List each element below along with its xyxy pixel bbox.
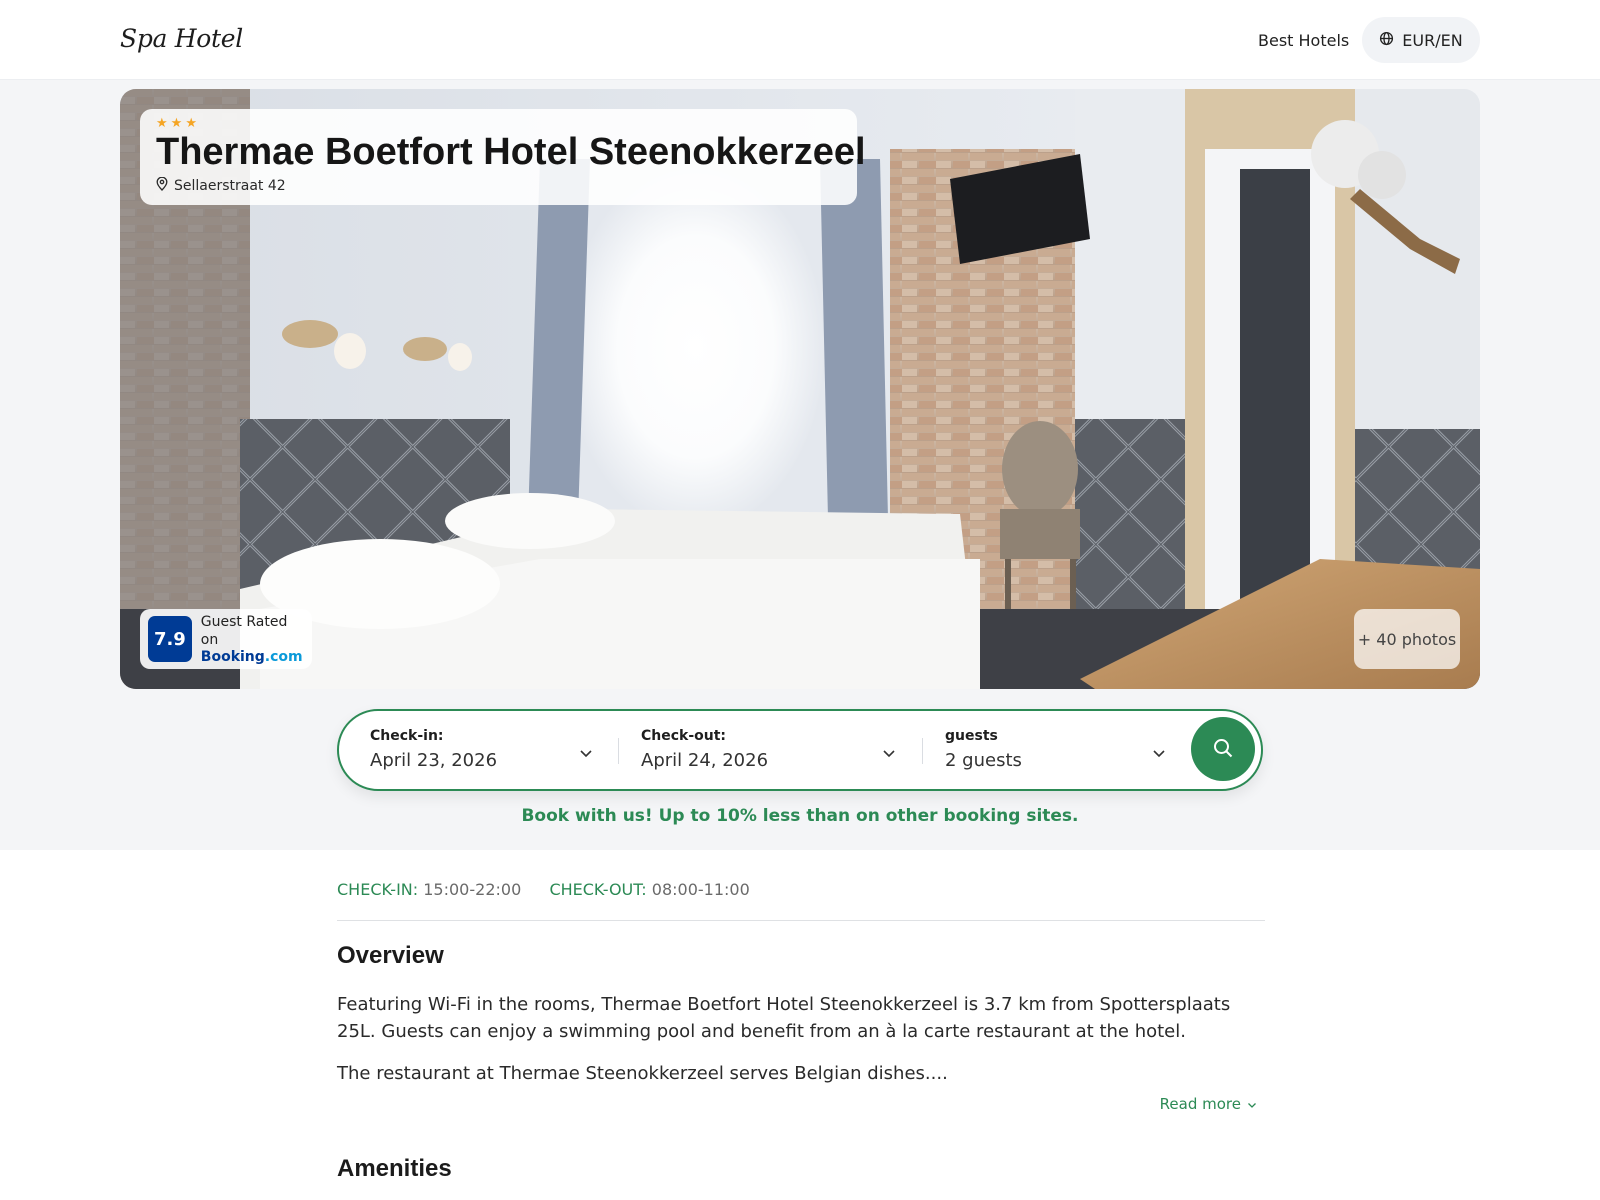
star-icon: ★ xyxy=(170,115,183,131)
guest-rating-badge[interactable]: 7.9 Guest Rated on Booking.com xyxy=(140,609,312,669)
booking-search-bar: Check-in: April 23, 2026 Check-out: Apri… xyxy=(337,709,1263,791)
read-more-label: Read more xyxy=(1159,1095,1241,1113)
booking-logo: Booking.com xyxy=(201,649,304,665)
checkout-time-value: 08:00-11:00 xyxy=(651,880,750,899)
overview-paragraph: The restaurant at Thermae Steenokkerzeel… xyxy=(337,1063,948,1084)
currency-language-button[interactable]: EUR/EN xyxy=(1362,17,1480,63)
checkin-value: April 23, 2026 xyxy=(370,750,498,771)
address-text: Sellaerstraat 42 xyxy=(174,178,286,194)
field-divider xyxy=(618,738,619,764)
chevron-down-icon[interactable] xyxy=(882,744,896,763)
checkin-time-value: 15:00-22:00 xyxy=(423,880,522,899)
promo-message: Book with us! Up to 10% less than on oth… xyxy=(521,806,1079,826)
site-header: Spa Hotel Best Hotels EUR/EN xyxy=(0,0,1600,80)
booking-logo-suffix: .com xyxy=(264,649,303,665)
rating-label: Guest Rated on xyxy=(200,614,288,648)
checkout-label: Check-out: xyxy=(641,728,727,744)
hotel-title-card: ★ ★ ★ Thermae Boetfort Hotel Steenokkerz… xyxy=(140,109,866,205)
search-button[interactable] xyxy=(1191,717,1255,781)
booking-logo-main: Booking xyxy=(200,649,265,665)
chevron-down-icon[interactable] xyxy=(579,744,593,763)
guests-field[interactable]: guests 2 guests xyxy=(945,711,1175,789)
checkin-field[interactable]: Check-in: April 23, 2026 xyxy=(370,711,610,789)
star-icon: ★ xyxy=(185,115,197,131)
overview-heading: Overview xyxy=(337,942,444,969)
hotel-hero: ★ ★ ★ Thermae Boetfort Hotel Steenokkerz… xyxy=(120,89,1480,689)
more-photos-button[interactable]: + 40 photos xyxy=(1354,609,1460,669)
rating-score: 7.9 xyxy=(148,616,192,662)
guests-value: 2 guests xyxy=(945,750,1022,771)
check-times: CHECK-IN: 15:00-22:00 CHECK-OUT: 08:00-1… xyxy=(337,880,750,899)
amenities-heading: Amenities xyxy=(337,1155,452,1182)
field-divider xyxy=(922,738,923,764)
nav-best-hotels-link[interactable]: Best Hotels xyxy=(1258,31,1349,50)
chevron-down-icon xyxy=(1247,1095,1257,1113)
currency-language-label: EUR/EN xyxy=(1402,30,1463,50)
read-more-link[interactable]: Read more xyxy=(1160,1095,1257,1113)
checkout-value: April 24, 2026 xyxy=(641,750,769,771)
chevron-down-icon[interactable] xyxy=(1152,744,1166,763)
checkout-time-label: CHECK-OUT: xyxy=(549,880,647,899)
checkin-time-label: CHECK-IN: xyxy=(337,880,419,899)
star-icon: ★ xyxy=(156,115,168,131)
globe-icon xyxy=(1379,31,1394,50)
overview-paragraph: Featuring Wi-Fi in the rooms, Thermae Bo… xyxy=(337,994,1231,1042)
hotel-name: Thermae Boetfort Hotel Steenokkerzeel xyxy=(156,131,866,173)
hotel-address: Sellaerstraat 42 xyxy=(156,176,841,195)
section-divider xyxy=(337,920,1265,921)
site-logo[interactable]: Spa Hotel xyxy=(120,24,243,53)
star-rating: ★ ★ ★ xyxy=(156,115,841,131)
checkout-field[interactable]: Check-out: April 24, 2026 xyxy=(641,711,901,789)
map-pin-icon xyxy=(156,176,168,195)
checkin-label: Check-in: xyxy=(370,728,444,744)
guests-label: guests xyxy=(945,728,998,744)
search-icon xyxy=(1212,737,1234,762)
